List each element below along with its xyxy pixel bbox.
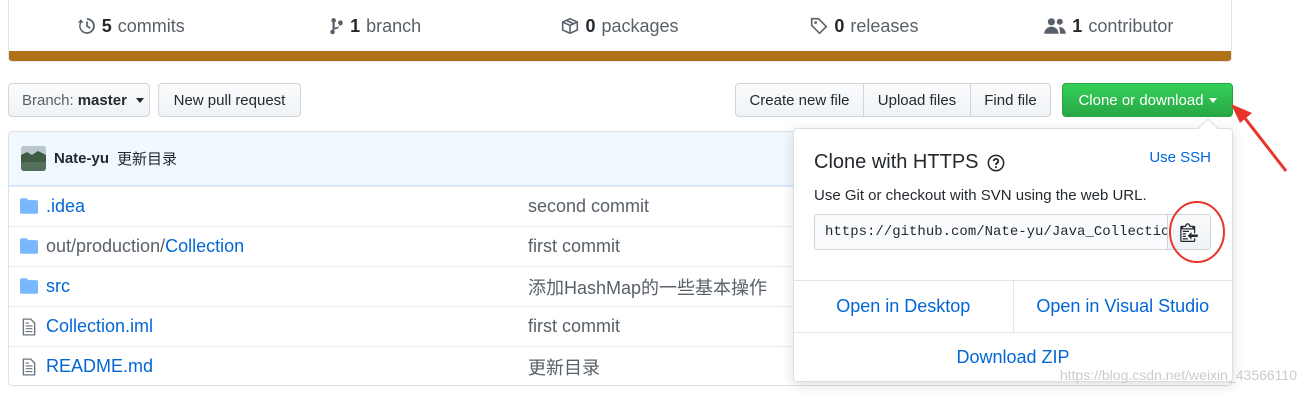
packages-count: 0 (585, 15, 596, 36)
clone-button-label: Clone or download (1078, 91, 1204, 109)
clone-or-download-button[interactable]: Clone or download (1062, 83, 1233, 117)
branch-name: master (77, 91, 127, 109)
new-pull-request-button[interactable]: New pull request (158, 83, 301, 117)
branch-select-button[interactable]: Branch: master (8, 83, 150, 117)
clone-url-input[interactable]: https://github.com/Nate-yu/Java_Collecti… (814, 214, 1168, 250)
red-arrow-annotation (1231, 104, 1288, 172)
caret-down-icon (135, 97, 144, 103)
commits-count: 5 (101, 15, 112, 36)
releases-link[interactable]: 0 releases (742, 16, 986, 37)
file-actions-group: Create new file Upload files Find file (735, 83, 1051, 117)
tag-icon (810, 17, 828, 35)
branch-prefix: Branch: (22, 91, 74, 109)
file-commit-message[interactable]: first commit (528, 236, 620, 257)
packages-label: packages (601, 15, 679, 36)
create-new-file-button[interactable]: Create new file (735, 83, 864, 117)
clone-popover: Clone with HTTPS Use SSH Use Git or chec… (793, 118, 1233, 382)
file-commit-message[interactable]: 更新目录 (528, 354, 600, 380)
file-name-link[interactable]: .idea (46, 196, 85, 217)
folder-icon (20, 278, 38, 294)
commit-author[interactable]: Nate-yu (54, 150, 109, 167)
avatar[interactable] (21, 146, 46, 171)
find-file-button[interactable]: Find file (970, 83, 1051, 117)
branches-count: 1 (350, 15, 361, 36)
commit-message[interactable]: 更新目录 (117, 148, 177, 169)
copy-url-button[interactable] (1167, 214, 1211, 250)
file-commit-message[interactable]: second commit (528, 196, 649, 217)
folder-icon (20, 238, 38, 254)
popover-title: Clone with HTTPS (814, 151, 1005, 174)
releases-count: 0 (834, 15, 845, 36)
clone-title-text: Clone with HTTPS (814, 151, 979, 173)
clone-description: Use Git or checkout with SVN using the w… (814, 187, 1147, 204)
commits-link[interactable]: 5 commits (9, 16, 253, 37)
branches-link[interactable]: 1 branch (253, 16, 497, 37)
file-icon (20, 358, 38, 376)
file-name-link[interactable]: out/production/Collection (46, 236, 244, 257)
file-name-link[interactable]: Collection.iml (46, 316, 153, 337)
file-icon (20, 318, 38, 336)
file-commit-message[interactable]: 添加HashMap的一些基本操作 (528, 274, 767, 300)
contributors-link[interactable]: 1 contributor (987, 16, 1231, 37)
open-in-desktop-button[interactable]: Open in Desktop (794, 281, 1013, 332)
packages-link[interactable]: 0 packages (498, 16, 742, 37)
releases-label: releases (850, 15, 919, 36)
question-icon[interactable] (987, 154, 1005, 172)
popover-arrow (1198, 118, 1218, 138)
contributors-count: 1 (1072, 15, 1083, 36)
commits-label: commits (117, 15, 185, 36)
package-icon (561, 17, 579, 35)
people-icon (1044, 17, 1067, 35)
use-ssh-link[interactable]: Use SSH (1149, 149, 1211, 166)
watermark-text: https://blog.csdn.net/weixin_43566110 (1059, 367, 1297, 383)
caret-down-icon (1208, 97, 1217, 103)
repo-summary: 5 commits 1 branch 0 packages 0 releases (8, 0, 1232, 62)
open-actions: Open in Desktop Open in Visual Studio (794, 280, 1232, 332)
contributors-label: contributor (1088, 15, 1174, 36)
branch-icon (330, 17, 344, 35)
history-icon (77, 17, 96, 35)
clipboard-icon (1180, 222, 1198, 242)
folder-icon (20, 198, 38, 214)
language-bar[interactable] (9, 51, 1231, 61)
upload-files-button[interactable]: Upload files (863, 83, 971, 117)
file-commit-message[interactable]: first commit (528, 316, 620, 337)
file-name-link[interactable]: src (46, 276, 70, 297)
file-name-link[interactable]: README.md (46, 356, 153, 377)
open-in-visual-studio-button[interactable]: Open in Visual Studio (1012, 281, 1233, 332)
branches-label: branch (366, 15, 422, 36)
